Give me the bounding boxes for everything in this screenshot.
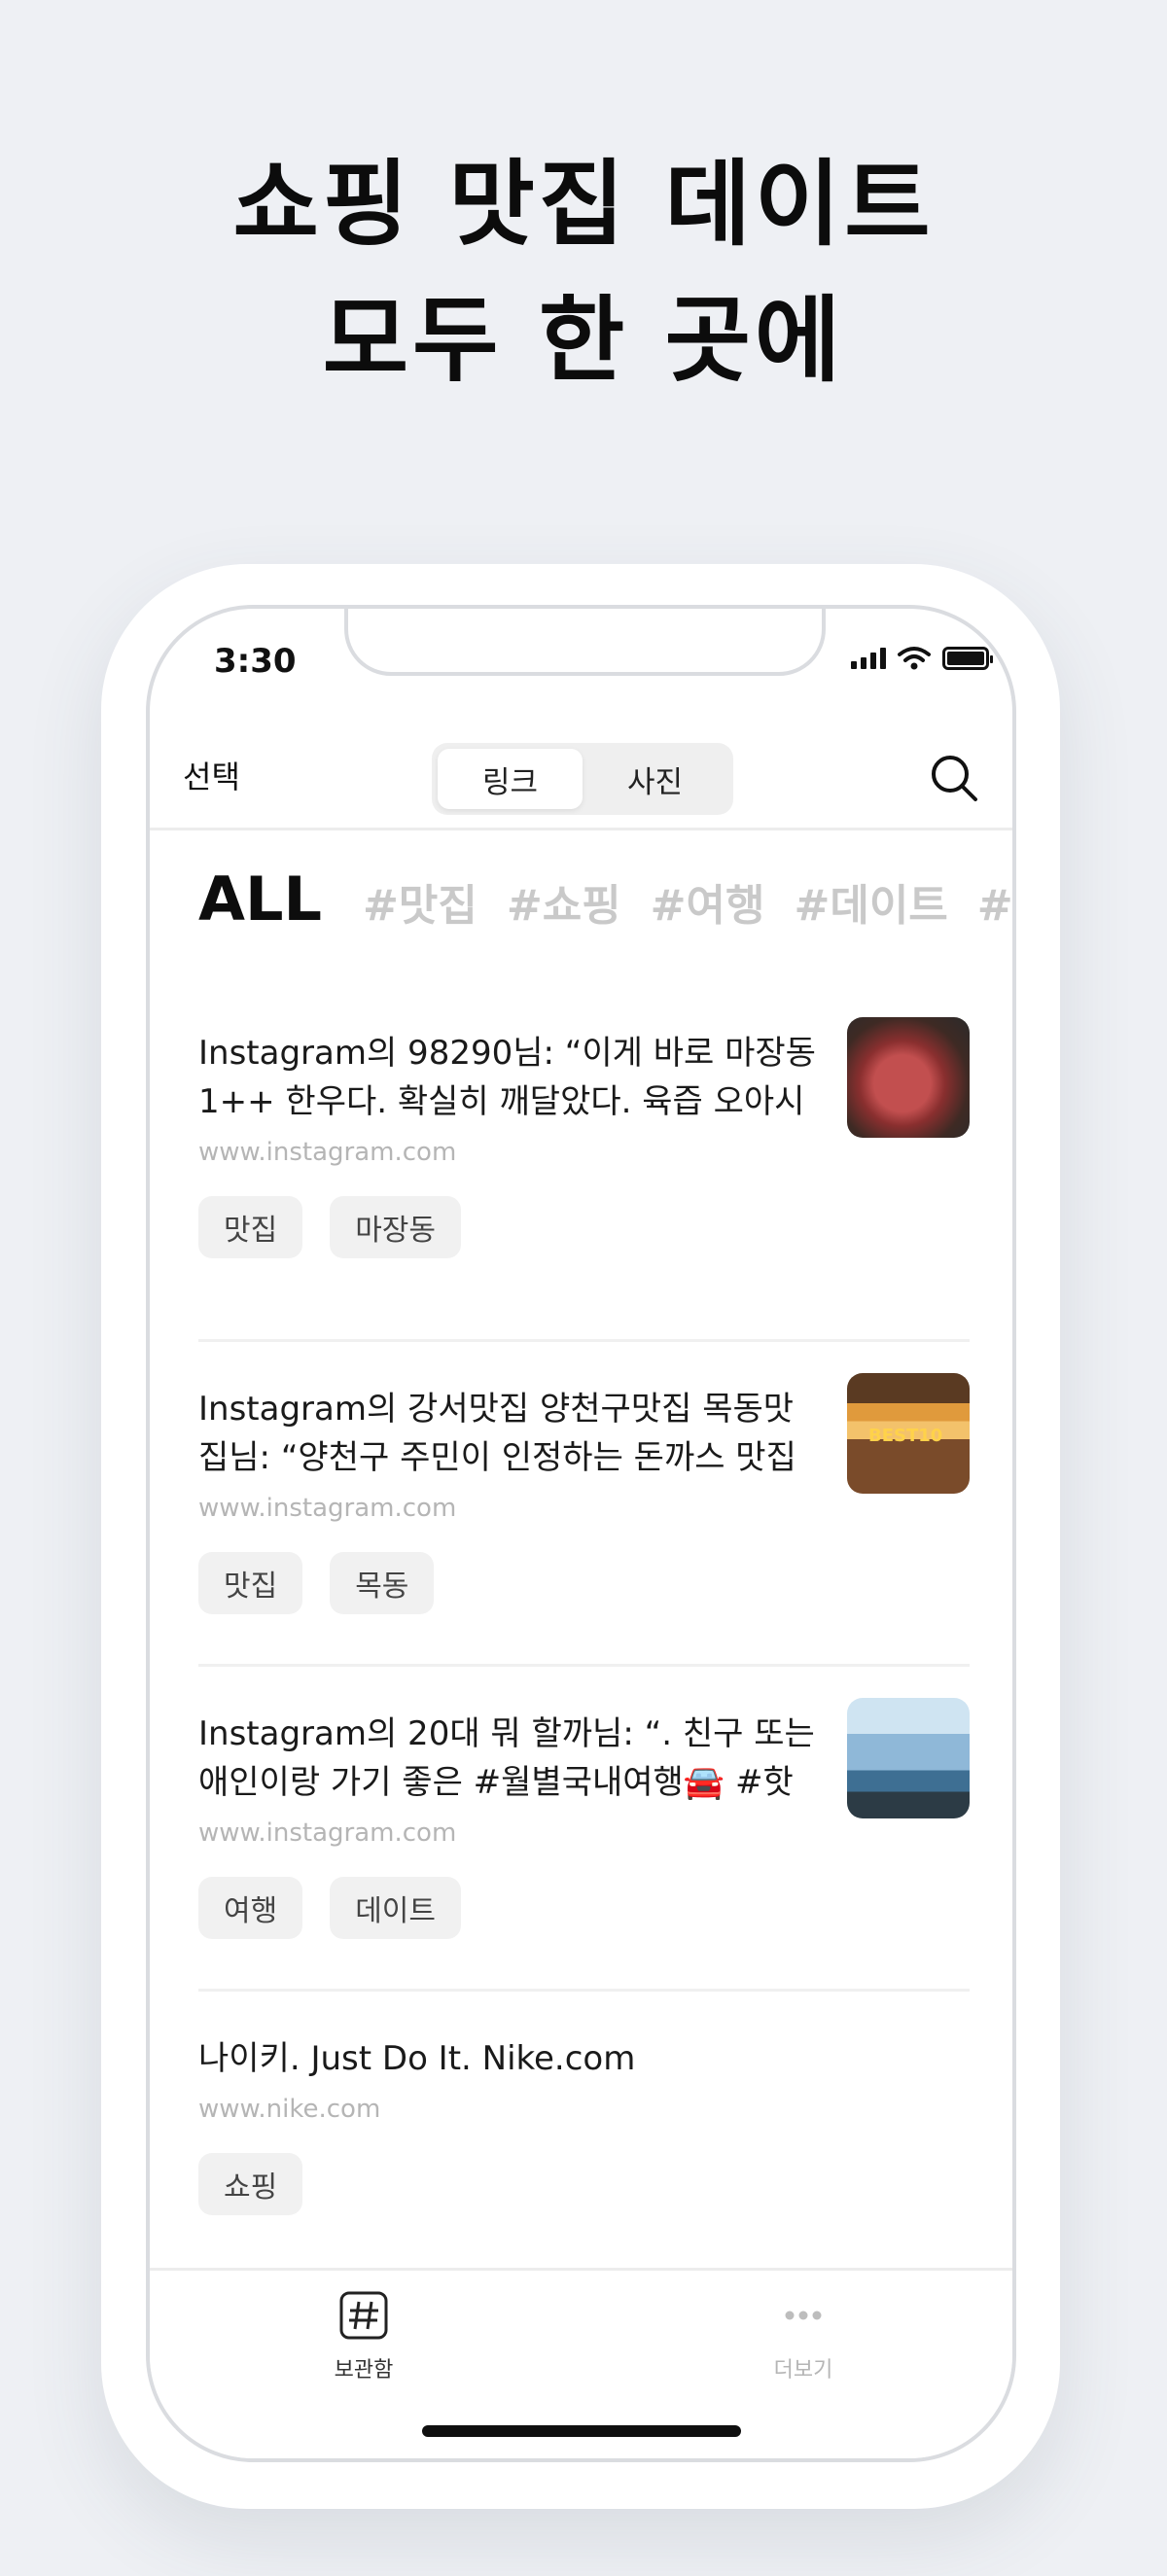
tab-label: 더보기 xyxy=(773,2358,833,2382)
tag-chip[interactable]: 마장동 xyxy=(330,1196,462,1258)
tag-filter-bar: ALL #맛집 #쇼핑 #여행 #데이트 # xyxy=(198,864,1012,935)
select-button[interactable]: 선택 xyxy=(183,753,240,797)
tag-filter-item[interactable]: #쇼핑 xyxy=(507,870,621,933)
tab-label: 보관함 xyxy=(334,2358,394,2382)
more-icon xyxy=(785,2311,822,2320)
notch xyxy=(344,609,826,676)
item-title: 나이키. Just Do It. Nike.com xyxy=(198,2039,636,2078)
item-title: Instagram의 98290님: “이게 바로 마장동 1++ 한우다. 확… xyxy=(198,1034,816,1121)
tag-filter-item[interactable]: #여행 xyxy=(651,870,765,933)
item-tags: 여행 데이트 xyxy=(198,1877,970,1939)
phone-screen: 3:30 선택 링크 사진 ALL #맛집 #쇼핑 #여행 #데이트 # Ins… xyxy=(146,605,1016,2462)
status-time: 3:30 xyxy=(214,642,297,681)
list-item[interactable]: Instagram의 20대 뭐 할까님: “. 친구 또는 애인이랑 가기 좋… xyxy=(198,1667,970,1992)
item-tags: 맛집 마장동 xyxy=(198,1196,970,1258)
item-thumbnail: BEST10 xyxy=(847,1373,970,1494)
tag-chip[interactable]: 맛집 xyxy=(198,1196,303,1258)
list-item[interactable]: Instagram의 강서맛집 양천구맛집 목동맛집님: “양천구 주민이 인정… xyxy=(198,1342,970,1667)
tag-chip[interactable]: 목동 xyxy=(330,1552,435,1614)
tag-filter-item[interactable]: #데이트 xyxy=(794,870,947,933)
item-domain: www.nike.com xyxy=(198,2095,381,2124)
segment-link[interactable]: 링크 xyxy=(438,749,583,809)
tag-chip[interactable]: 여행 xyxy=(198,1877,303,1939)
list-item[interactable]: 나이키. Just Do It. Nike.com www.nike.com 쇼… xyxy=(198,1992,970,2272)
battery-icon xyxy=(942,647,993,670)
headline-line-2: 모두 한 곳에 xyxy=(322,286,845,395)
cellular-signal-icon xyxy=(851,648,886,669)
item-title: Instagram의 20대 뭐 할까님: “. 친구 또는 애인이랑 가기 좋… xyxy=(198,1714,815,1802)
tab-more[interactable]: 더보기 xyxy=(716,2290,891,2383)
item-tags: 맛집 목동 xyxy=(198,1552,970,1614)
tag-filter-all[interactable]: ALL xyxy=(198,864,322,935)
item-domain: www.instagram.com xyxy=(198,1138,457,1167)
hashtag-icon xyxy=(339,2291,388,2340)
search-icon[interactable] xyxy=(925,749,983,807)
tag-chip[interactable]: 데이트 xyxy=(330,1877,462,1939)
headline-line-1: 쇼핑 맛집 데이트 xyxy=(232,150,935,259)
item-tags: 쇼핑 xyxy=(198,2153,970,2215)
wifi-icon xyxy=(898,647,931,670)
list-item[interactable]: Instagram의 98290님: “이게 바로 마장동 1++ 한우다. 확… xyxy=(198,1017,970,1342)
item-thumbnail xyxy=(847,1017,970,1138)
home-indicator xyxy=(422,2425,741,2437)
item-title: Instagram의 강서맛집 양천구맛집 목동맛집님: “양천구 주민이 인정… xyxy=(198,1390,796,1477)
segmented-control: 링크 사진 xyxy=(432,743,733,815)
tag-filter-item[interactable]: #맛집 xyxy=(363,870,477,933)
item-domain: www.instagram.com xyxy=(198,1494,457,1523)
navbar: 선택 링크 사진 xyxy=(150,723,1012,830)
thumbnail-text: BEST10 xyxy=(868,1426,943,1446)
tag-chip[interactable]: 쇼핑 xyxy=(198,2153,303,2215)
tab-bar: 보관함 더보기 xyxy=(150,2268,1012,2458)
headline: 쇼핑 맛집 데이트 모두 한 곳에 xyxy=(0,136,1167,408)
segment-photo[interactable]: 사진 xyxy=(583,749,727,809)
link-feed: Instagram의 98290님: “이게 바로 마장동 1++ 한우다. 확… xyxy=(198,1017,970,2272)
status-icons xyxy=(851,646,993,671)
item-thumbnail xyxy=(847,1698,970,1818)
tab-archive[interactable]: 보관함 xyxy=(276,2290,451,2383)
tag-chip[interactable]: 맛집 xyxy=(198,1552,303,1614)
tag-filter-item[interactable]: # xyxy=(977,881,1012,931)
item-domain: www.instagram.com xyxy=(198,1818,457,1848)
